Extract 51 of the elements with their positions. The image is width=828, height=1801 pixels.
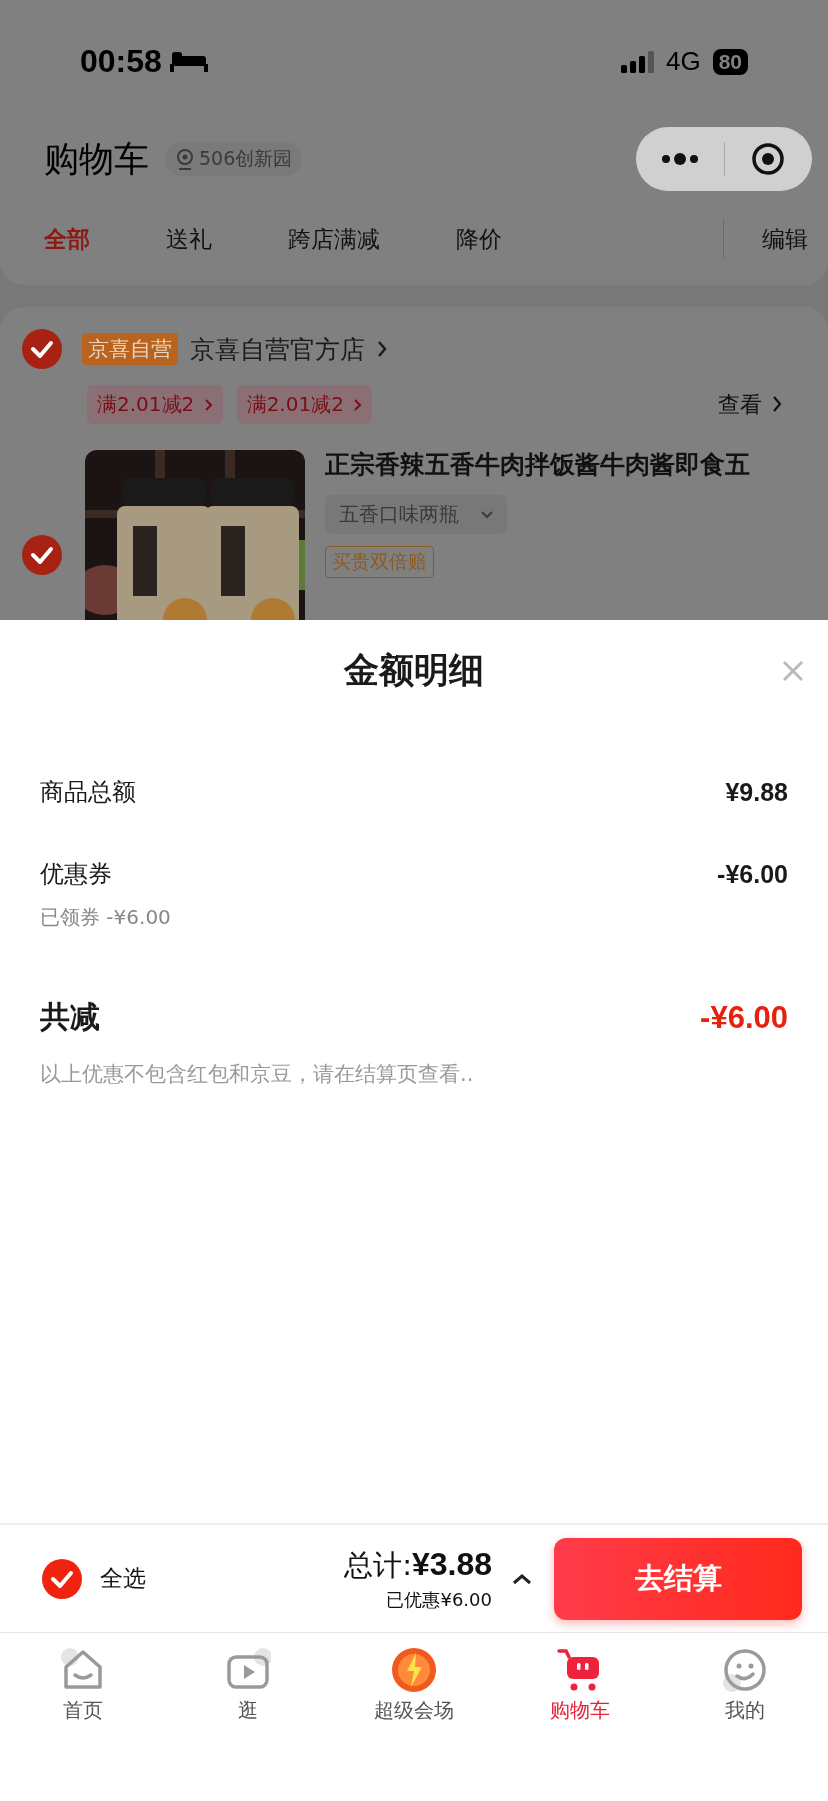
nav-tab[interactable]: 首页 bbox=[0, 1647, 166, 1724]
total-price: 总计:¥3.88 bbox=[344, 1545, 492, 1584]
more-icon[interactable] bbox=[660, 151, 699, 167]
checkbox[interactable] bbox=[42, 1558, 82, 1599]
select-all-label[interactable]: 全选 bbox=[100, 1563, 146, 1594]
amount-label: 商品总额 bbox=[40, 777, 136, 808]
lightning-badge-icon bbox=[391, 1647, 437, 1693]
signal-icon bbox=[620, 50, 654, 73]
chevron-up-icon[interactable] bbox=[512, 1572, 532, 1585]
promo-tag[interactable]: 满2.01减2 bbox=[87, 385, 223, 424]
total-discount-label: 共减 bbox=[40, 998, 100, 1036]
battery-level: 80 bbox=[712, 48, 748, 75]
checkbox[interactable] bbox=[22, 535, 62, 575]
chevron-right-icon bbox=[204, 399, 213, 411]
amount-value: ¥9.88 bbox=[725, 777, 788, 807]
checkbox[interactable] bbox=[22, 329, 62, 369]
smiley-icon bbox=[722, 1647, 769, 1693]
store-name[interactable]: 京喜自营官方店 bbox=[190, 332, 365, 366]
network-label: 4G bbox=[665, 46, 701, 77]
variant-selector[interactable]: 五香口味两瓶 bbox=[325, 495, 507, 534]
location-chip[interactable]: 506创新园 bbox=[165, 142, 303, 176]
nav-tab[interactable]: 购物车 bbox=[496, 1647, 663, 1724]
chevron-right-icon[interactable] bbox=[377, 340, 387, 358]
amount-value: -¥6.00 bbox=[717, 859, 788, 889]
discount-footnote: 以上优惠不包含红包和京豆，请在结算页查看.. bbox=[40, 1061, 475, 1088]
target-icon[interactable] bbox=[751, 142, 786, 176]
total-discount-value: -¥6.00 bbox=[700, 999, 788, 1036]
nav-tab[interactable]: 我的 bbox=[662, 1647, 828, 1724]
nav-tab[interactable]: 超级会场 bbox=[331, 1647, 497, 1724]
nav-tab[interactable]: 逛 bbox=[165, 1647, 332, 1724]
guarantee-tag: 买贵双倍赔 bbox=[325, 546, 434, 578]
store-badge: 京喜自营 bbox=[82, 333, 178, 365]
product-title[interactable]: 正宗香辣五香牛肉拌饭酱牛肉酱即食五 bbox=[325, 448, 828, 481]
page-title: 购物车 bbox=[44, 137, 149, 181]
edit-button[interactable]: 编辑 bbox=[762, 223, 808, 255]
checkout-button[interactable]: 去结算 bbox=[554, 1537, 802, 1620]
filter-tab[interactable]: 降价 bbox=[456, 223, 502, 255]
promo-tag[interactable]: 满2.01减2 bbox=[236, 385, 373, 424]
view-link[interactable]: 查看 bbox=[718, 389, 782, 420]
saved-amount: 已优惠¥6.00 bbox=[386, 1587, 492, 1612]
status-time: 00:58 bbox=[80, 43, 162, 80]
filter-tab[interactable]: 跨店满减 bbox=[288, 223, 380, 255]
amount-label: 优惠券 bbox=[40, 859, 112, 890]
chevron-right-icon bbox=[773, 395, 782, 412]
coupon-note: 已领券 -¥6.00 bbox=[40, 904, 172, 931]
chevron-right-icon bbox=[354, 399, 363, 411]
location-pin-icon bbox=[175, 148, 195, 170]
filter-tab[interactable]: 送礼 bbox=[166, 223, 212, 255]
bed-icon bbox=[169, 51, 208, 72]
sheet-title: 金额明细 bbox=[344, 649, 484, 692]
chevron-down-icon bbox=[481, 510, 493, 519]
